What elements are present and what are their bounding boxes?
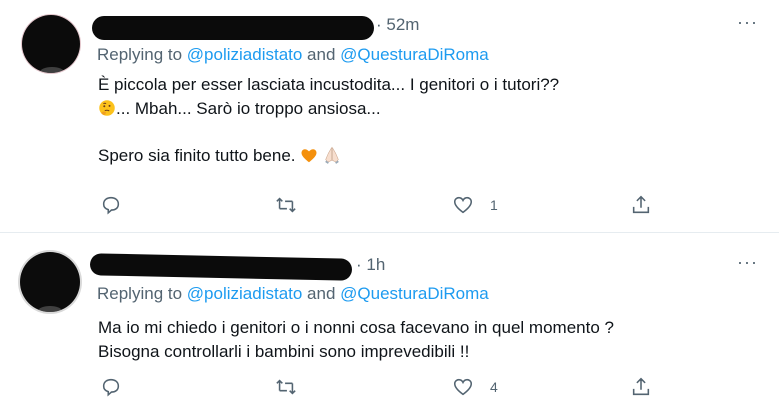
mention-link-questuradiroma[interactable]: @QuesturaDiRoma <box>340 284 489 303</box>
tweet-timestamp[interactable]: · 52m <box>376 15 419 35</box>
share-icon <box>632 377 650 396</box>
tweet-2[interactable]: · 1h ··· Replying to @poliziadistato and… <box>0 232 779 416</box>
avatar-silhouette <box>40 67 64 73</box>
share-icon <box>632 195 650 214</box>
replying-to-label: Replying to <box>97 45 187 64</box>
like-count: 1 <box>490 197 498 213</box>
redacted-author-name <box>89 253 353 281</box>
tweet-text-line-2: ... Mbah... Sarò io troppo ansiosa... <box>116 98 381 118</box>
tweet-text-line-1: Ma io mi chiedo i genitori o i nonni cos… <box>98 318 614 337</box>
share-button[interactable] <box>630 190 652 220</box>
retweet-icon <box>276 379 296 395</box>
redacted-author-name <box>92 16 374 40</box>
more-options-icon[interactable]: ··· <box>737 252 758 273</box>
heart-icon <box>453 196 473 214</box>
tweet-timestamp[interactable]: · 1h <box>356 255 385 275</box>
orange-heart-emoji-icon <box>301 148 317 162</box>
and-label: and <box>302 284 341 303</box>
mention-link-poliziadistato[interactable]: @poliziadistato <box>187 45 303 64</box>
tweet-text: È piccola per esser lasciata incustodita… <box>98 73 559 167</box>
replying-to-line: Replying to @poliziadistato and @Questur… <box>97 284 489 304</box>
tweet-text-line-3: Spero sia finito tutto bene. <box>98 145 296 165</box>
replying-to-label: Replying to <box>97 284 187 303</box>
share-button[interactable] <box>630 372 652 402</box>
retweet-icon <box>276 197 296 213</box>
avatar[interactable] <box>22 15 80 73</box>
heart-icon <box>453 378 473 396</box>
more-options-icon[interactable]: ··· <box>737 12 758 33</box>
avatar[interactable] <box>20 252 80 312</box>
replying-to-line: Replying to @poliziadistato and @Questur… <box>97 45 489 65</box>
reply-button[interactable] <box>100 372 122 402</box>
reply-button[interactable] <box>100 190 122 220</box>
like-button[interactable]: 4 <box>452 372 498 402</box>
and-label: and <box>302 45 341 64</box>
tweet-text-line-2: Bisogna controllarli i bambini sono impr… <box>98 341 470 361</box>
retweet-button[interactable] <box>275 372 297 402</box>
thinking-face-emoji-icon <box>99 99 115 116</box>
mention-link-poliziadistato[interactable]: @poliziadistato <box>187 284 303 303</box>
like-button[interactable]: 1 <box>452 190 498 220</box>
folded-hands-emoji-icon <box>325 146 339 164</box>
tweet-1[interactable]: · 52m ··· Replying to @poliziadistato an… <box>0 0 779 232</box>
tweet-text: Ma io mi chiedo i genitori o i nonni cos… <box>98 316 614 363</box>
reply-icon <box>102 196 120 215</box>
mention-link-questuradiroma[interactable]: @QuesturaDiRoma <box>340 45 489 64</box>
avatar-silhouette <box>38 306 62 312</box>
like-count: 4 <box>490 379 498 395</box>
tweet-actions: 4 <box>0 372 779 402</box>
tweet-actions: 1 <box>0 190 779 220</box>
tweet-text-line-1: È piccola per esser lasciata incustodita… <box>98 75 560 94</box>
retweet-button[interactable] <box>275 190 297 220</box>
reply-icon <box>102 378 120 397</box>
